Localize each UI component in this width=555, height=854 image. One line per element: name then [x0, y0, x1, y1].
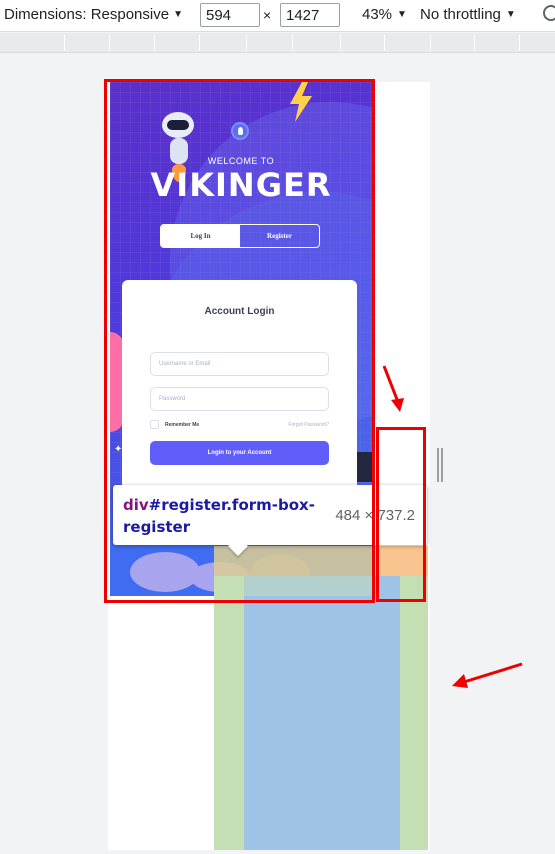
ruler-divider [246, 35, 247, 51]
annotation-box [104, 79, 375, 603]
dimensions-dropdown[interactable]: Dimensions: Responsive ▼ [4, 6, 183, 23]
ruler-divider [340, 35, 341, 51]
ruler-divider [384, 35, 385, 51]
zoom-value: 43% [362, 6, 393, 23]
arrow-annotation-icon [452, 662, 523, 688]
ruler-divider [292, 35, 293, 51]
ruler-divider [474, 35, 475, 51]
throttling-value: No throttling [420, 6, 501, 23]
media-query-ruler[interactable] [0, 33, 555, 53]
content-highlight [244, 576, 400, 850]
ruler-divider [154, 35, 155, 51]
ruler-divider [109, 35, 110, 51]
caret-down-icon: ▼ [397, 9, 407, 20]
annotation-box [376, 427, 426, 602]
height-input[interactable] [280, 3, 340, 27]
caret-down-icon: ▼ [173, 9, 183, 20]
caret-down-icon: ▼ [505, 9, 516, 20]
ruler-divider [519, 35, 520, 51]
device-toolbar: Dimensions: Responsive ▼ × 43% ▼ No thro… [0, 0, 555, 32]
dimension-separator: × [263, 7, 272, 23]
dimensions-label: Dimensions: Responsive [4, 6, 170, 23]
ruler-divider [64, 35, 65, 51]
throttling-dropdown[interactable]: No throttling ▼ [420, 6, 516, 23]
ruler-divider [430, 35, 431, 51]
zoom-dropdown[interactable]: 43% ▼ [362, 6, 407, 23]
arrow-annotation-icon [382, 365, 404, 412]
width-input[interactable] [200, 3, 260, 27]
resize-handle[interactable] [437, 448, 444, 482]
ruler-divider [199, 35, 200, 51]
rotate-icon[interactable] [543, 5, 555, 21]
